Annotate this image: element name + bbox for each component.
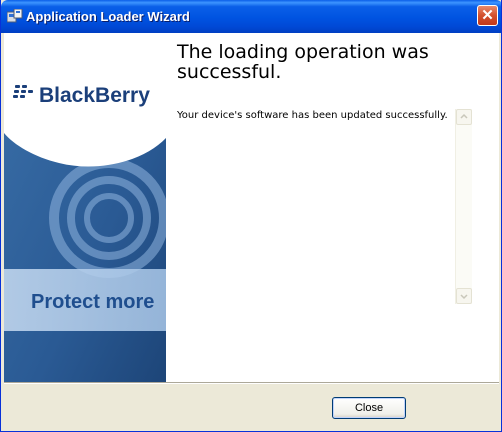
scroll-up-button[interactable] (456, 109, 472, 125)
title-bar[interactable]: Application Loader Wizard ✕ (1, 0, 501, 33)
close-button[interactable]: Close (332, 397, 406, 419)
blackberry-banner: BlackBerry Protect more (4, 33, 166, 382)
banner-artwork: BlackBerry Protect more (4, 33, 166, 382)
application-loader-icon (7, 9, 23, 23)
scroll-down-button[interactable] (456, 288, 472, 304)
chevron-down-icon (460, 294, 468, 300)
status-message: Your device's software has been updated … (177, 110, 448, 121)
brand-name: BlackBerry (39, 84, 150, 107)
status-message-box: Your device's software has been updated … (170, 107, 472, 306)
application-loader-window: Application Loader Wizard ✕ BlackBerry P… (0, 0, 502, 432)
footer-divider-highlight (4, 383, 499, 384)
close-icon: ✕ (481, 7, 494, 24)
page-title: The loading operation was successful. (177, 41, 429, 83)
window-close-button[interactable]: ✕ (477, 5, 498, 26)
window-title: Application Loader Wizard (26, 9, 190, 24)
content-panel: The loading operation was successful. Yo… (166, 33, 499, 382)
banner-tagline: Protect more (31, 291, 154, 313)
vertical-scrollbar[interactable] (455, 109, 472, 304)
chevron-up-icon (460, 113, 468, 119)
